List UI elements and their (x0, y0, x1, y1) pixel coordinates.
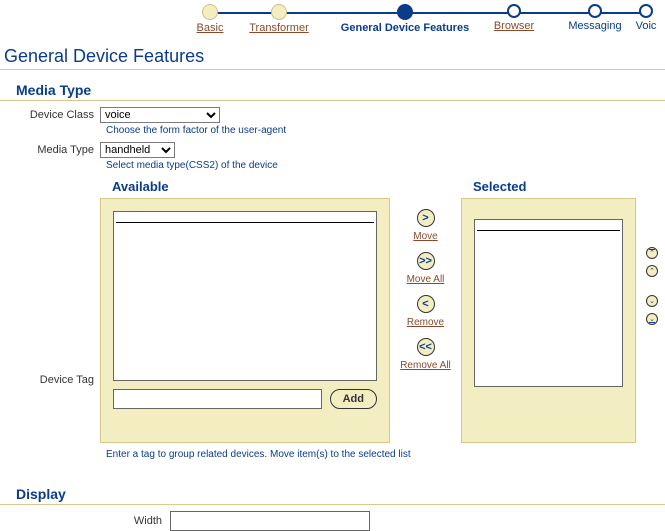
page-title: General Device Features (0, 42, 665, 70)
wiz-label: Messaging (555, 20, 635, 32)
wiz-circle-next-icon (588, 4, 602, 18)
media-type-select[interactable]: handheld (100, 142, 175, 158)
wiz-circle-next-icon (639, 4, 653, 18)
wiz-circle-current-icon (397, 4, 413, 20)
wiz-label[interactable]: Browser (474, 20, 554, 32)
wiz-step-browser[interactable]: Browser (474, 4, 554, 32)
list-divider (116, 222, 374, 223)
remove-button[interactable]: Remove (407, 317, 444, 328)
remove-all-button[interactable]: Remove All (400, 360, 451, 371)
device-class-select[interactable]: voice (100, 107, 220, 123)
device-tag-help: Enter a tag to group related devices. Mo… (106, 449, 665, 460)
media-type-help: Select media type(CSS2) of the device (106, 160, 665, 171)
device-class-help: Choose the form factor of the user-agent (106, 125, 665, 136)
wiz-label[interactable]: Basic (170, 22, 250, 34)
wiz-circle-done-icon (271, 4, 287, 20)
available-heading: Available (112, 179, 390, 194)
field-width: Width (0, 511, 665, 531)
device-tag-label: Device Tag (0, 234, 100, 386)
shuttle-available-col: Available Add (100, 177, 390, 443)
move-down-icon[interactable]: ⌄ (646, 295, 658, 307)
section-display: Display (0, 484, 665, 505)
shuttle: Available Add > Move >> Move All < (100, 177, 665, 443)
field-media-type: Media Type handheld (0, 142, 665, 158)
shuttle-move-col: > Move >> Move All < Remove << Remove Al… (398, 177, 453, 377)
list-divider (477, 230, 620, 231)
wiz-step-voice: Voic (626, 4, 665, 32)
selected-panel (461, 198, 636, 443)
wiz-step-transformer[interactable]: Transformer (239, 4, 319, 34)
move-left-icon[interactable]: < (417, 295, 435, 313)
selected-heading: Selected (473, 179, 636, 194)
width-input[interactable] (170, 511, 370, 531)
field-device-tag: Device Tag Available Add > Move (0, 177, 665, 443)
tag-input[interactable] (113, 389, 322, 409)
wiz-label[interactable]: Transformer (239, 22, 319, 34)
wiz-circle-done-icon (202, 4, 218, 20)
available-listbox[interactable] (113, 211, 377, 381)
wiz-circle-next-icon (507, 4, 521, 18)
shuttle-selected-col: Selected (461, 177, 636, 443)
wiz-label: General Device Features (330, 22, 480, 34)
device-class-label: Device Class (0, 107, 100, 121)
selected-listbox[interactable] (474, 219, 623, 387)
field-device-class: Device Class voice (0, 107, 665, 123)
move-all-left-icon[interactable]: << (417, 338, 435, 356)
move-all-right-icon[interactable]: >> (417, 252, 435, 270)
available-panel: Add (100, 198, 390, 443)
move-top-icon[interactable]: ⌃ (646, 247, 658, 259)
add-button[interactable]: Add (330, 389, 377, 409)
move-bottom-icon[interactable]: ⌄ (646, 313, 658, 325)
width-label: Width (0, 515, 170, 527)
move-up-icon[interactable]: ⌃ (646, 265, 658, 277)
section-media-type: Media Type (0, 80, 665, 101)
move-all-button[interactable]: Move All (407, 274, 445, 285)
wiz-step-messaging: Messaging (555, 4, 635, 32)
wiz-step-general-device-features: General Device Features (330, 4, 480, 34)
wiz-label: Voic (626, 20, 665, 32)
wizard-steps: Basic Transformer General Device Feature… (0, 4, 665, 42)
move-right-icon[interactable]: > (417, 209, 435, 227)
move-button[interactable]: Move (413, 231, 437, 242)
media-type-label: Media Type (0, 142, 100, 156)
wiz-step-basic[interactable]: Basic (170, 4, 250, 34)
shuttle-reorder-col: ⌃ ⌃ ⌄ ⌄ (644, 177, 660, 325)
